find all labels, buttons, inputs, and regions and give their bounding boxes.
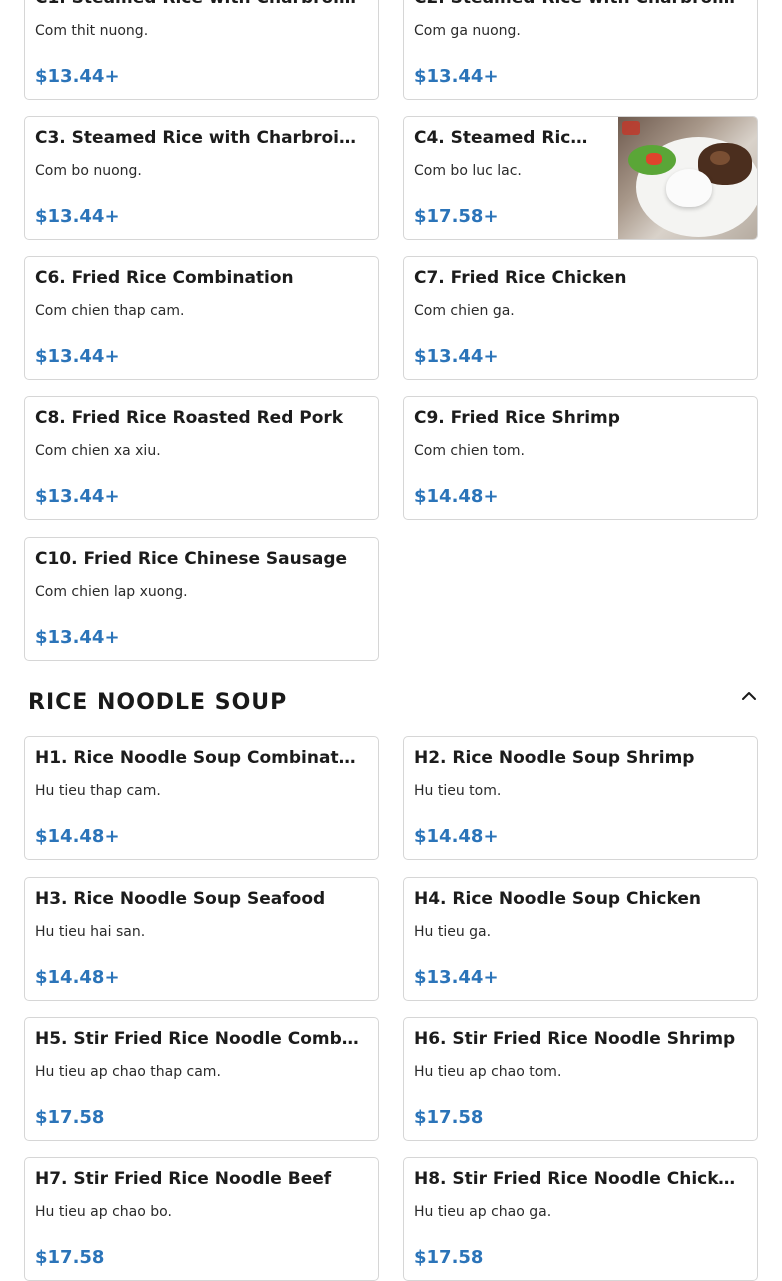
item-description: Hu tieu ap chao thap cam.: [35, 1064, 221, 1080]
item-price: $14.48+: [35, 826, 120, 847]
item-description: Com chien xa xiu.: [35, 443, 161, 459]
item-price: $13.44+: [35, 346, 120, 367]
item-description: Hu tieu ap chao tom.: [414, 1064, 562, 1080]
menu-item-card-c1[interactable]: C1. Steamed Rice with Charbroiled Pork C…: [24, 0, 379, 100]
item-description: Com chien thap cam.: [35, 303, 185, 319]
item-price: $17.58: [414, 1247, 484, 1268]
section-title: RICE NOODLE SOUP: [28, 690, 288, 715]
item-title: C1. Steamed Rice with Charbroiled Pork: [35, 0, 360, 8]
item-title: H4. Rice Noodle Soup Chicken: [414, 889, 701, 909]
menu-item-card-h8[interactable]: H8. Stir Fried Rice Noodle Chicken Hu ti…: [403, 1157, 758, 1281]
menu-item-card-h4[interactable]: H4. Rice Noodle Soup Chicken Hu tieu ga.…: [403, 877, 758, 1001]
item-title: H2. Rice Noodle Soup Shrimp: [414, 748, 695, 768]
item-description: Com ga nuong.: [414, 23, 521, 39]
item-title: H3. Rice Noodle Soup Seafood: [35, 889, 326, 909]
item-price: $13.44+: [414, 967, 499, 988]
beef-highlight-shape: [710, 151, 730, 165]
item-title: C8. Fried Rice Roasted Red Pork: [35, 408, 344, 428]
item-price: $17.58: [35, 1247, 105, 1268]
menu-item-card-c3[interactable]: C3. Steamed Rice with Charbroiled Beef C…: [24, 116, 379, 240]
item-price: $14.48+: [35, 967, 120, 988]
item-price: $14.48+: [414, 826, 499, 847]
item-price: $13.44+: [414, 66, 499, 87]
item-title: C9. Fried Rice Shrimp: [414, 408, 620, 428]
item-description: Com bo luc lac.: [414, 163, 522, 179]
menu-item-card-h1[interactable]: H1. Rice Noodle Soup Combination Hu tieu…: [24, 736, 379, 860]
item-description: Com chien tom.: [414, 443, 525, 459]
menu-item-card-h3[interactable]: H3. Rice Noodle Soup Seafood Hu tieu hai…: [24, 877, 379, 1001]
item-price: $13.44+: [35, 627, 120, 648]
menu-item-card-h6[interactable]: H6. Stir Fried Rice Noodle Shrimp Hu tie…: [403, 1017, 758, 1141]
item-price: $17.58: [414, 1107, 484, 1128]
menu-item-card-c10[interactable]: C10. Fried Rice Chinese Sausage Com chie…: [24, 537, 379, 661]
item-title: H8. Stir Fried Rice Noodle Chicken: [414, 1169, 739, 1189]
chevron-up-icon[interactable]: [740, 688, 758, 702]
item-price: $17.58+: [414, 206, 499, 227]
item-description: Hu tieu thap cam.: [35, 783, 161, 799]
item-description: Com bo nuong.: [35, 163, 142, 179]
item-title: H7. Stir Fried Rice Noodle Beef: [35, 1169, 332, 1189]
item-description: Hu tieu hai san.: [35, 924, 146, 940]
menu-item-card-c2[interactable]: C2. Steamed Rice with Charbroiled Chicke…: [403, 0, 758, 100]
menu-item-card-c8[interactable]: C8. Fried Rice Roasted Red Pork Com chie…: [24, 396, 379, 520]
item-title: H6. Stir Fried Rice Noodle Shrimp: [414, 1029, 736, 1049]
menu-item-card-c7[interactable]: C7. Fried Rice Chicken Com chien ga. $13…: [403, 256, 758, 380]
item-title: H5. Stir Fried Rice Noodle Combination: [35, 1029, 360, 1049]
item-description: Com chien ga.: [414, 303, 515, 319]
item-title: C6. Fried Rice Combination: [35, 268, 294, 288]
item-price: $13.44+: [35, 206, 120, 227]
item-price: $17.58: [35, 1107, 105, 1128]
item-description: Hu tieu ap chao ga.: [414, 1204, 552, 1220]
item-description: Hu tieu tom.: [414, 783, 502, 799]
menu-item-card-c4[interactable]: C4. Steamed Rice Shaking Beef Com bo luc…: [403, 116, 758, 240]
food-photo: [618, 117, 757, 239]
item-title: C10. Fried Rice Chinese Sausage: [35, 549, 348, 569]
item-title: C3. Steamed Rice with Charbroiled Beef: [35, 128, 360, 148]
item-description: Com thit nuong.: [35, 23, 149, 39]
menu-item-card-h5[interactable]: H5. Stir Fried Rice Noodle Combination H…: [24, 1017, 379, 1141]
menu-item-card-h2[interactable]: H2. Rice Noodle Soup Shrimp Hu tieu tom.…: [403, 736, 758, 860]
item-description: Com chien lap xuong.: [35, 584, 188, 600]
item-description: Hu tieu ga.: [414, 924, 492, 940]
tomato-shape: [646, 153, 662, 165]
item-price: $13.44+: [35, 66, 120, 87]
item-title: C2. Steamed Rice with Charbroiled Chicke…: [414, 0, 739, 8]
item-price: $14.48+: [414, 486, 499, 507]
item-price: $13.44+: [414, 346, 499, 367]
menu-item-card-c9[interactable]: C9. Fried Rice Shrimp Com chien tom. $14…: [403, 396, 758, 520]
item-title: C7. Fried Rice Chicken: [414, 268, 627, 288]
item-title: C4. Steamed Rice Shaking Beef: [414, 128, 597, 148]
menu-item-card-h7[interactable]: H7. Stir Fried Rice Noodle Beef Hu tieu …: [24, 1157, 379, 1281]
item-title: H1. Rice Noodle Soup Combination: [35, 748, 360, 768]
menu-item-card-c6[interactable]: C6. Fried Rice Combination Com chien tha…: [24, 256, 379, 380]
restaurant-logo-icon: [622, 121, 640, 135]
item-price: $13.44+: [35, 486, 120, 507]
rice-shape: [666, 169, 712, 207]
item-description: Hu tieu ap chao bo.: [35, 1204, 172, 1220]
